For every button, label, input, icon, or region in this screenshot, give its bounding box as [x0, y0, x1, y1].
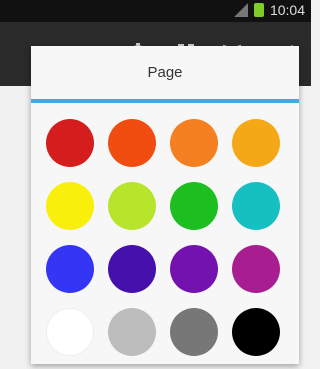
color-swatch[interactable]: [108, 308, 156, 356]
battery-icon: [253, 3, 264, 17]
status-icons: 10:04: [233, 2, 305, 18]
color-swatch[interactable]: [170, 308, 218, 356]
color-swatch[interactable]: [232, 182, 280, 230]
color-swatch[interactable]: [232, 308, 280, 356]
color-swatch[interactable]: [108, 245, 156, 293]
color-swatch-grid: [31, 103, 299, 364]
status-bar: 10:04: [0, 0, 311, 22]
color-swatch[interactable]: [232, 119, 280, 167]
color-swatch[interactable]: [46, 308, 94, 356]
status-time: 10:04: [269, 2, 305, 18]
color-swatch[interactable]: [170, 119, 218, 167]
color-swatch[interactable]: [46, 182, 94, 230]
color-swatch[interactable]: [108, 119, 156, 167]
color-swatch[interactable]: [108, 182, 156, 230]
color-swatch[interactable]: [170, 182, 218, 230]
color-picker-popup: Page: [31, 46, 299, 364]
color-swatch[interactable]: [46, 119, 94, 167]
color-swatch[interactable]: [170, 245, 218, 293]
color-swatch[interactable]: [232, 245, 280, 293]
signal-icon: [233, 3, 248, 17]
popup-title: Page: [31, 46, 299, 103]
color-swatch[interactable]: [46, 245, 94, 293]
